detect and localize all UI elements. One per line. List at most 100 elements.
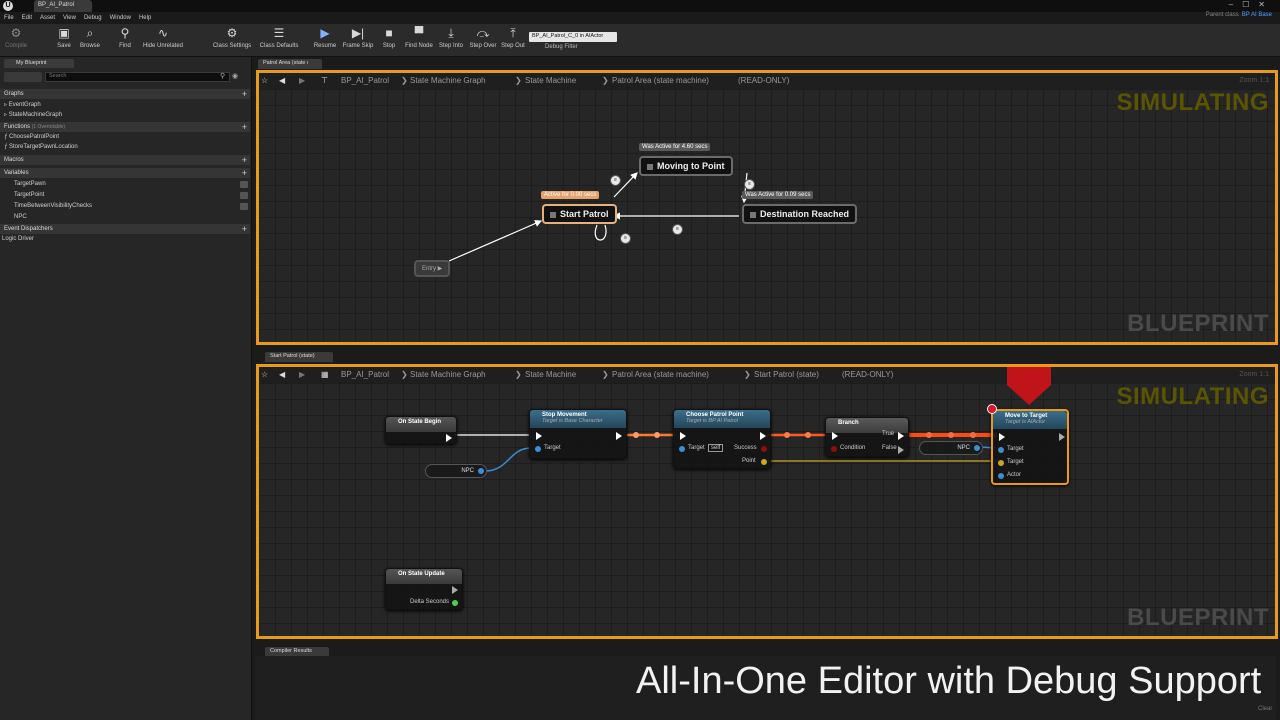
target-pin[interactable]: [535, 446, 541, 452]
transition-rule-icon[interactable]: ≡: [672, 224, 683, 235]
exec-false-pin[interactable]: [898, 446, 904, 454]
tab-patrol-area[interactable]: Patrol Area (state ı: [258, 59, 322, 69]
breakpoint-icon[interactable]: [987, 404, 997, 414]
pin-label: Target: [1007, 446, 1024, 452]
exec-out-pin[interactable]: [1059, 433, 1065, 441]
target-pin[interactable]: [679, 446, 685, 452]
step-out-button[interactable]: ⤒ Step Out: [493, 26, 533, 49]
bool-pin[interactable]: [761, 446, 767, 452]
float-pin[interactable]: [452, 600, 458, 606]
browse-button[interactable]: ⌕ Browse: [70, 26, 110, 49]
exec-out-pin[interactable]: [616, 432, 622, 440]
graph-item-eventgraph[interactable]: ▹ EventGraph: [4, 101, 41, 108]
event-dispatchers-section[interactable]: Event Dispatchers +: [0, 224, 250, 234]
variable-item[interactable]: NPC: [14, 214, 27, 220]
eye-icon[interactable]: ◉: [232, 72, 238, 80]
on-state-begin-node[interactable]: On State Begin: [385, 416, 457, 444]
branch-node[interactable]: Branch True Condition False: [825, 417, 909, 457]
variable-visibility-toggle[interactable]: [240, 203, 248, 210]
exec-in-pin[interactable]: [832, 432, 838, 440]
state-destination-reached[interactable]: Destination Reached: [742, 204, 858, 224]
exec-out-pin[interactable]: [446, 434, 452, 442]
parent-class-link[interactable]: BP AI Base: [1242, 12, 1272, 18]
self-field[interactable]: self: [708, 444, 724, 452]
minimize-icon[interactable]: –: [1229, 0, 1242, 9]
state-start-patrol[interactable]: Start Patrol: [542, 204, 617, 224]
document-tab[interactable]: BP_AI_Patrol: [34, 0, 92, 12]
class-settings-label: Class Settings: [212, 43, 252, 49]
stop-movement-node[interactable]: Stop Movement Target is Base Character Ta…: [529, 409, 627, 459]
debug-filter-label: Debug Filter: [545, 44, 578, 50]
class-defaults-button[interactable]: ☰ Class Defaults: [258, 26, 300, 49]
move-to-target-node[interactable]: Move to Target Target is AIActor Target T…: [991, 409, 1069, 485]
exec-in-pin[interactable]: [536, 432, 542, 440]
exec-in-pin[interactable]: [680, 432, 686, 440]
variable-item[interactable]: TargetPoint: [14, 192, 44, 198]
exec-out-pin[interactable]: [760, 432, 766, 440]
menu-debug[interactable]: Debug: [80, 12, 106, 24]
add-variable-icon[interactable]: +: [242, 168, 247, 178]
clear-button[interactable]: Clear: [1258, 706, 1272, 712]
debug-object-select[interactable]: BP_AI_Patrol_C_0 in AIActor: [529, 32, 617, 42]
exec-out-pin[interactable]: [452, 586, 458, 594]
exec-true-pin[interactable]: [898, 432, 904, 440]
point-pin[interactable]: [761, 459, 767, 465]
add-new-button[interactable]: [4, 72, 42, 82]
exec-in-pin[interactable]: [999, 433, 1005, 441]
variable-item[interactable]: TargetPawn: [14, 181, 46, 187]
state-moving-to-point[interactable]: Moving to Point: [639, 156, 733, 176]
menu-edit[interactable]: Edit: [18, 12, 36, 24]
add-macro-icon[interactable]: +: [242, 155, 247, 165]
frame-skip-icon: ▶|: [351, 26, 365, 40]
add-graph-icon[interactable]: +: [242, 89, 247, 99]
entry-node[interactable]: Entry ▶: [414, 260, 451, 277]
pin-label: Target: [688, 445, 705, 451]
npc-variable-node[interactable]: NPC: [425, 464, 487, 478]
unreal-logo-icon: U: [3, 1, 13, 11]
menu-help[interactable]: Help: [135, 12, 155, 24]
maximize-icon[interactable]: ☐: [1242, 0, 1258, 9]
actor-pin[interactable]: [998, 473, 1004, 479]
hide-unrelated-label: Hide Unrelated: [142, 43, 184, 49]
state-blueprint-graph[interactable]: ☆ ◀ ▶ ▦ BP_AI_Patrol ❯ State Machine Gra…: [256, 364, 1278, 639]
macros-section[interactable]: Macros +: [0, 155, 250, 165]
graph-item-statemachine[interactable]: ▹ StateMachineGraph: [4, 111, 62, 118]
variable-visibility-toggle[interactable]: [240, 192, 248, 199]
add-dispatcher-icon[interactable]: +: [242, 224, 247, 234]
function-item[interactable]: ƒ StoreTargetPawnLocation: [4, 144, 78, 150]
target-pin[interactable]: [998, 447, 1004, 453]
tab-start-patrol[interactable]: Start Patrol (state): [265, 352, 333, 362]
menu-window[interactable]: Window: [106, 12, 135, 24]
variables-section[interactable]: Variables +: [0, 168, 250, 178]
variable-item[interactable]: TimeBetweenVisibilityChecks: [14, 203, 92, 209]
close-icon[interactable]: ✕: [1258, 0, 1274, 9]
find-button[interactable]: ⚲ Find: [105, 26, 145, 49]
graphs-section[interactable]: Graphs +: [0, 89, 250, 99]
add-function-icon[interactable]: +: [242, 122, 247, 132]
state-machine-graph[interactable]: ☆ ◀ ▶ ⊤ BP_AI_Patrol ❯ State Machine Gra…: [256, 70, 1278, 345]
transition-rule-icon[interactable]: ≡: [620, 233, 631, 244]
functions-section[interactable]: Functions (1 Overridable) +: [0, 122, 250, 132]
object-pin[interactable]: [478, 468, 484, 474]
logic-driver-item[interactable]: Logic Driver: [2, 236, 34, 242]
hide-unrelated-button[interactable]: ∿ Hide Unrelated: [142, 26, 184, 49]
search-input[interactable]: Search: [45, 72, 230, 82]
window-controls[interactable]: –☐✕: [1229, 0, 1274, 12]
class-settings-button[interactable]: ⚙ Class Settings: [211, 26, 253, 49]
function-item[interactable]: ƒ ChoosePatrolPoint: [4, 134, 59, 140]
object-pin[interactable]: [974, 445, 980, 451]
target-point-pin[interactable]: [998, 460, 1004, 466]
menu-asset[interactable]: Asset: [36, 12, 59, 24]
my-blueprint-tab[interactable]: My Blueprint: [4, 59, 74, 68]
npc-variable-node[interactable]: NPC: [919, 441, 983, 455]
compile-button[interactable]: ⚙ Compile: [0, 26, 36, 49]
choose-patrol-point-node[interactable]: Choose Patrol Point Target is BP AI Patro…: [673, 409, 771, 469]
transition-rule-icon[interactable]: ≡: [744, 179, 755, 190]
variable-visibility-toggle[interactable]: [240, 181, 248, 188]
menu-file[interactable]: File: [0, 12, 18, 24]
condition-pin[interactable]: [831, 446, 837, 452]
save-label: Save: [57, 43, 71, 49]
on-state-update-node[interactable]: On State Update Delta Seconds: [385, 568, 463, 610]
menu-view[interactable]: View: [59, 12, 80, 24]
transition-rule-icon[interactable]: ≡: [610, 175, 621, 186]
